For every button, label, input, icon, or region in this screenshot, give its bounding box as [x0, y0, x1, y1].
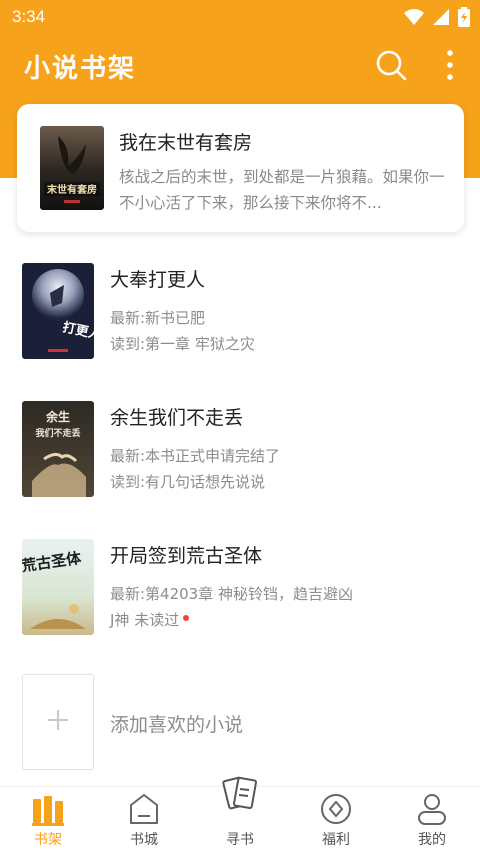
- book-title: 余生我们不走丢: [110, 407, 244, 429]
- search-button[interactable]: [374, 48, 408, 82]
- search-icon: [374, 50, 408, 86]
- bookshelf-icon: [30, 791, 66, 827]
- unread-dot: [183, 614, 190, 621]
- svg-text:末世有套房: 末世有套房: [47, 183, 97, 196]
- wifi-icon: [404, 8, 424, 26]
- tab-bookstore[interactable]: 书城: [96, 787, 192, 852]
- tab-label: 书架: [34, 832, 62, 848]
- status-bar: 3:34: [0, 0, 480, 34]
- add-book-label[interactable]: 添加喜欢的小说: [110, 710, 243, 737]
- status-time: 3:34: [12, 7, 46, 26]
- reading-progress-text: J神 未读过: [110, 611, 180, 629]
- more-vertical-icon: [436, 50, 464, 86]
- find-book-icon: [220, 773, 260, 817]
- featured-book-title: 我在末世有套房: [119, 132, 253, 154]
- tab-find-book[interactable]: 寻书: [192, 776, 288, 852]
- tab-profile[interactable]: 我的: [384, 787, 480, 852]
- featured-book-card[interactable]: 末世有套房 我在末世有套房 核战之后的末世，到处都是一片狼藉。如果你一不小心活了…: [17, 104, 464, 232]
- book-cover: 荒古圣体: [22, 539, 94, 635]
- svg-text:我们不走丢: 我们不走丢: [35, 427, 80, 439]
- latest-chapter: 最新:新书已肥: [110, 309, 206, 327]
- signal-icon: [432, 8, 450, 26]
- welfare-icon: [318, 791, 354, 827]
- reading-progress: 读到:有几句话想先说说: [110, 471, 265, 492]
- tab-label: 寻书: [226, 832, 254, 848]
- latest-chapter: 最新:第4203章 神秘铃铛，趋吉避凶: [110, 585, 353, 603]
- more-options-button[interactable]: [436, 48, 464, 82]
- tab-bookshelf[interactable]: 书架: [0, 787, 96, 852]
- book-title: 开局签到荒古圣体: [110, 545, 263, 567]
- tab-label: 我的: [418, 832, 446, 848]
- bottom-navigation: 书架 书城 寻书 福利 我的: [0, 776, 480, 852]
- plus-icon: [47, 709, 69, 735]
- reading-progress: J神 未读过: [110, 609, 190, 630]
- tab-welfare[interactable]: 福利: [288, 787, 384, 852]
- book-cover: 余生 我们不走丢: [22, 401, 94, 497]
- reading-progress-text: 读到:第一章 牢狱之灾: [110, 335, 255, 353]
- svg-text:余生: 余生: [45, 409, 70, 424]
- latest-chapter: 最新:本书正式申请完结了: [110, 447, 281, 465]
- book-cover: 末世有套房: [40, 126, 104, 210]
- list-item[interactable]: 余生 我们不走丢 余生我们不走丢 最新:本书正式申请完结了 读到:有几句话想先说…: [0, 401, 480, 505]
- tab-label: 书城: [130, 832, 158, 848]
- page-title: 小说书架: [24, 54, 137, 84]
- add-book-button[interactable]: [22, 674, 94, 770]
- list-item[interactable]: 打更人 大奉打更人 最新:新书已肥 读到:第一章 牢狱之灾: [0, 263, 480, 367]
- bookstore-icon: [126, 791, 162, 827]
- reading-progress-text: 读到:有几句话想先说说: [110, 473, 266, 491]
- battery-icon: [458, 7, 470, 27]
- book-cover: 打更人: [22, 263, 94, 359]
- book-title: 大奉打更人: [110, 269, 206, 291]
- featured-book-description: 核战之后的末世，到处都是一片狼藉。如果你一不小心活了下来，那么接下来你将不...: [119, 168, 445, 212]
- reading-progress: 读到:第一章 牢狱之灾: [110, 333, 255, 354]
- list-item[interactable]: 荒古圣体 开局签到荒古圣体 最新:第4203章 神秘铃铛，趋吉避凶 J神 未读过: [0, 539, 480, 643]
- tab-label: 福利: [322, 832, 350, 848]
- profile-icon: [414, 791, 450, 827]
